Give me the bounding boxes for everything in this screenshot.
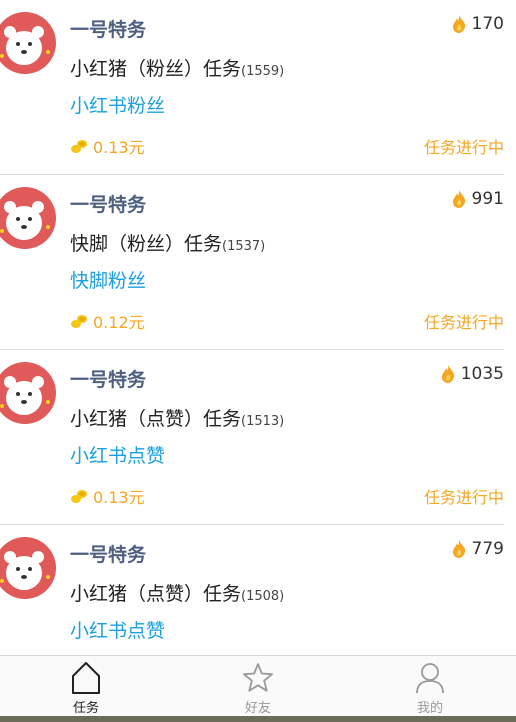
reward-value: 0.13元 bbox=[93, 488, 145, 507]
task-reward: 0.13元 bbox=[70, 134, 145, 158]
tab-label: 好友 bbox=[244, 701, 271, 716]
reward-value: 0.13元 bbox=[93, 138, 145, 157]
coins-icon bbox=[71, 140, 87, 153]
tab-bar: 任务 好友 我的 bbox=[0, 655, 516, 722]
coins-icon bbox=[71, 490, 87, 503]
coins-icon bbox=[71, 315, 87, 328]
bottom-strip bbox=[0, 716, 516, 722]
task-status: 任务进行中 bbox=[423, 138, 504, 157]
heat-count: 991 bbox=[452, 189, 504, 209]
avatar bbox=[0, 537, 56, 599]
tab-me[interactable]: 我的 bbox=[344, 656, 516, 722]
task-title: 一号特务 bbox=[70, 369, 147, 391]
heat-value: 1035 bbox=[460, 364, 504, 384]
reward-value: 0.12元 bbox=[93, 313, 145, 332]
task-name: 小红猪（粉丝）任务(1559) bbox=[70, 54, 284, 81]
task-title: 一号特务 bbox=[70, 19, 147, 41]
person-icon bbox=[416, 663, 444, 694]
task-title: 一号特务 bbox=[70, 544, 147, 566]
task-card[interactable]: 一号特务 170 小红猪（粉丝）任务(1559) 小红书粉丝 0.13元 任务进… bbox=[0, 0, 516, 175]
heat-count: 779 bbox=[452, 539, 504, 559]
task-card[interactable]: 一号特务 991 快脚（粉丝）任务(1537) 快脚粉丝 0.12元 任务进行中 bbox=[0, 175, 516, 350]
task-name-text: 快脚（粉丝）任务 bbox=[70, 233, 223, 255]
tab-friends[interactable]: 好友 bbox=[172, 656, 344, 722]
task-name-text: 小红猪（粉丝）任务 bbox=[70, 58, 242, 80]
flame-icon bbox=[452, 190, 465, 208]
tab-tasks[interactable]: 任务 bbox=[0, 656, 172, 722]
tab-label: 我的 bbox=[416, 701, 443, 716]
heat-value: 170 bbox=[471, 14, 504, 34]
heat-count: 1035 bbox=[441, 364, 504, 384]
heat-count: 170 bbox=[452, 14, 504, 34]
task-platform: 小红书点赞 bbox=[70, 445, 166, 467]
task-name-text: 小红猪（点赞）任务 bbox=[70, 583, 242, 605]
task-name: 小红猪（点赞）任务(1513) bbox=[70, 404, 284, 431]
tab-label: 任务 bbox=[72, 701, 99, 716]
task-reward: 0.13元 bbox=[70, 484, 145, 508]
task-code: (1537) bbox=[222, 239, 266, 254]
task-name-text: 小红猪（点赞）任务 bbox=[70, 408, 242, 430]
avatar bbox=[0, 12, 56, 74]
flame-icon bbox=[452, 540, 465, 558]
flame-icon bbox=[452, 15, 465, 33]
task-platform: 快脚粉丝 bbox=[70, 270, 147, 292]
task-status: 任务进行中 bbox=[423, 488, 504, 507]
task-code: (1559) bbox=[241, 64, 285, 79]
task-platform: 小红书粉丝 bbox=[70, 95, 166, 117]
heat-value: 991 bbox=[471, 189, 504, 209]
task-code: (1513) bbox=[241, 414, 285, 429]
task-platform: 小红书点赞 bbox=[70, 620, 166, 642]
star-icon bbox=[243, 663, 273, 692]
task-status: 任务进行中 bbox=[423, 313, 504, 332]
avatar bbox=[0, 187, 56, 249]
heat-value: 779 bbox=[471, 539, 504, 559]
task-card[interactable]: 一号特务 779 小红猪（点赞）任务(1508) 小红书点赞 bbox=[0, 525, 516, 655]
task-title: 一号特务 bbox=[70, 194, 147, 216]
flame-icon bbox=[441, 365, 454, 383]
task-name: 快脚（粉丝）任务(1537) bbox=[70, 229, 265, 256]
task-code: (1508) bbox=[241, 589, 285, 604]
home-icon bbox=[72, 662, 100, 694]
task-list: 一号特务 170 小红猪（粉丝）任务(1559) 小红书粉丝 0.13元 任务进… bbox=[0, 0, 516, 655]
avatar bbox=[0, 362, 56, 424]
task-reward: 0.12元 bbox=[70, 309, 145, 333]
task-card[interactable]: 一号特务 1035 小红猪（点赞）任务(1513) 小红书点赞 0.13元 任务… bbox=[0, 350, 516, 525]
task-name: 小红猪（点赞）任务(1508) bbox=[70, 579, 284, 606]
